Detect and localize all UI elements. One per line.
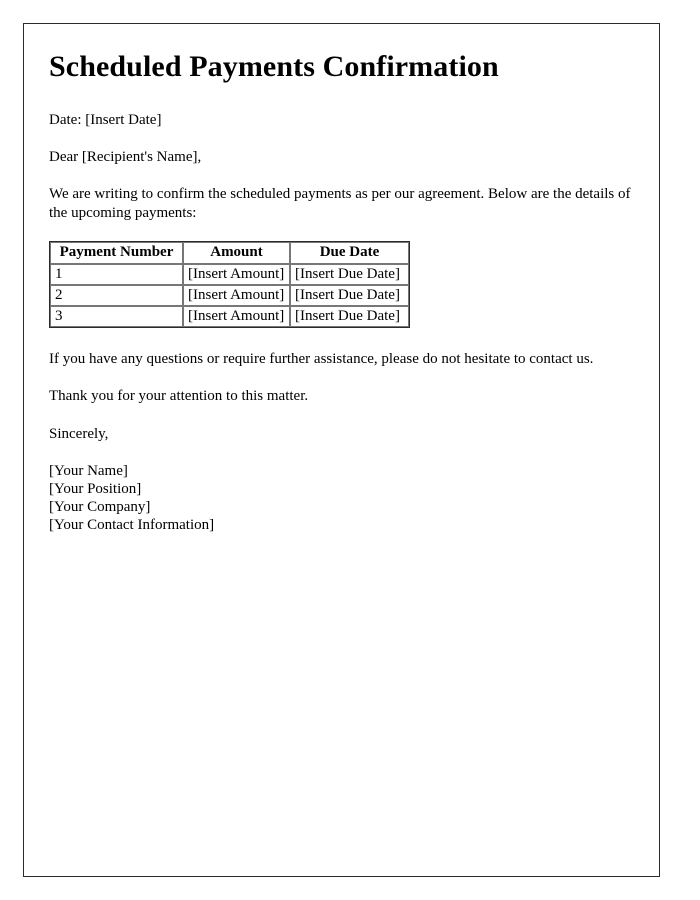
cell-amount: [Insert Amount]	[183, 284, 290, 306]
payments-table-head: Payment Number Amount Due Date	[50, 242, 409, 264]
salutation-line: Dear [Recipient's Name],	[49, 148, 202, 165]
signature-line-company: [Your Company]	[49, 498, 151, 515]
intro-paragraph: We are writing to confirm the scheduled …	[49, 185, 631, 222]
date-line: Date: [Insert Date]	[49, 111, 162, 128]
cell-due-date: [Insert Due Date]	[290, 306, 409, 328]
signature-line-position: [Your Position]	[49, 480, 142, 497]
cell-payment-number: 2	[50, 284, 183, 306]
payments-table-body: 1 [Insert Amount] [Insert Due Date] 2 [I…	[50, 263, 409, 328]
payments-table: Payment Number Amount Due Date 1 [Insert…	[49, 241, 410, 329]
closing-paragraph: If you have any questions or require fur…	[49, 351, 594, 368]
signature-block: [Your Name] [Your Position] [Your Compan…	[49, 462, 633, 534]
cell-due-date: [Insert Due Date]	[290, 284, 409, 306]
signature-line-contact: [Your Contact Information]	[49, 516, 215, 533]
column-header-payment-number: Payment Number	[50, 242, 183, 264]
cell-payment-number: 1	[50, 263, 183, 285]
table-row: 3 [Insert Amount] [Insert Due Date]	[50, 306, 409, 328]
signature-line-name: [Your Name]	[49, 462, 128, 479]
table-row: 1 [Insert Amount] [Insert Due Date]	[50, 263, 409, 285]
cell-amount: [Insert Amount]	[183, 263, 290, 285]
column-header-amount: Amount	[183, 242, 290, 264]
sign-off-line: Sincerely,	[49, 425, 109, 442]
document-page: Scheduled Payments Confirmation Date: [I…	[23, 23, 660, 877]
table-header-row: Payment Number Amount Due Date	[50, 242, 409, 264]
cell-amount: [Insert Amount]	[183, 306, 290, 328]
column-header-due-date: Due Date	[290, 242, 409, 264]
table-row: 2 [Insert Amount] [Insert Due Date]	[50, 284, 409, 306]
document-body: Scheduled Payments Confirmation Date: [I…	[24, 24, 659, 534]
thanks-paragraph: Thank you for your attention to this mat…	[49, 388, 309, 405]
page-title: Scheduled Payments Confirmation	[49, 50, 499, 83]
cell-due-date: [Insert Due Date]	[290, 263, 409, 285]
cell-payment-number: 3	[50, 306, 183, 328]
